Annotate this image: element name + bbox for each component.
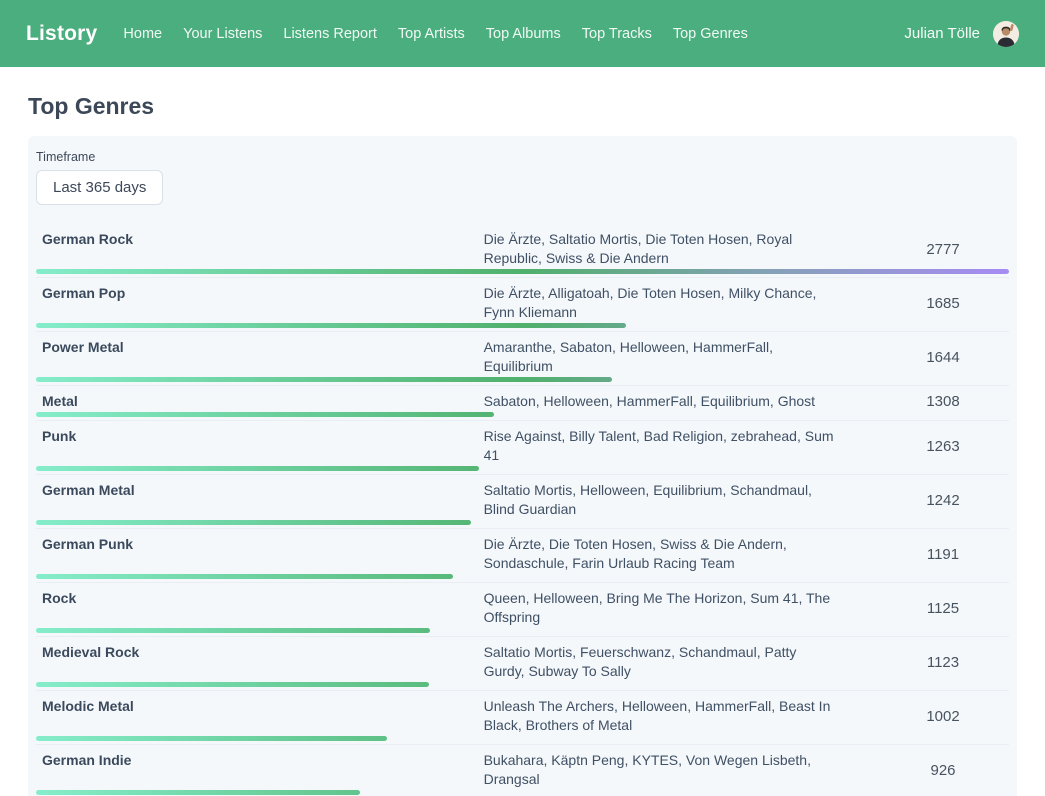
nav-link-top-genres[interactable]: Top Genres <box>673 26 748 42</box>
genre-artists: Die Ärzte, Alligatoah, Die Toten Hosen, … <box>484 284 834 322</box>
genre-bar <box>36 736 387 741</box>
genre-name: German Indie <box>36 751 484 789</box>
table-row: MetalSabaton, Helloween, HammerFall, Equ… <box>36 386 1009 421</box>
genre-count: 1685 <box>877 284 1009 322</box>
genre-artists: Queen, Helloween, Bring Me The Horizon, … <box>484 589 834 627</box>
navbar: Listory Home Your Listens Listens Report To… <box>0 0 1045 67</box>
genre-name: German Punk <box>36 535 484 573</box>
genre-bar-track <box>36 377 1009 382</box>
genre-artists: Bukahara, Käptn Peng, KYTES, Von Wegen L… <box>484 751 834 789</box>
genre-artists: Sabaton, Helloween, HammerFall, Equilibr… <box>484 392 834 411</box>
genre-artists: Unleash The Archers, Helloween, HammerFa… <box>484 697 834 735</box>
top-genres-card: Timeframe Last 365 days German RockDie Ä… <box>28 136 1017 796</box>
genre-name: Medieval Rock <box>36 643 484 681</box>
genre-count: 1242 <box>877 481 1009 519</box>
table-row: Medieval RockSaltatio Mortis, Feuerschwa… <box>36 637 1009 691</box>
genre-count: 926 <box>877 751 1009 789</box>
timeframe-label: Timeframe <box>36 150 1009 164</box>
genre-bar <box>36 790 360 795</box>
genre-bar <box>36 323 626 328</box>
genre-name: Punk <box>36 427 484 465</box>
genres-table: German RockDie Ärzte, Saltatio Mortis, D… <box>36 224 1009 796</box>
table-row: German IndieBukahara, Käptn Peng, KYTES,… <box>36 745 1009 796</box>
genre-bar <box>36 574 453 579</box>
nav-link-top-artists[interactable]: Top Artists <box>398 26 465 42</box>
table-row: German RockDie Ärzte, Saltatio Mortis, D… <box>36 224 1009 278</box>
genre-bar-track <box>36 466 1009 471</box>
genre-bar <box>36 269 1009 274</box>
genre-bar <box>36 520 471 525</box>
genre-bar-track <box>36 269 1009 274</box>
table-row: PunkRise Against, Billy Talent, Bad Reli… <box>36 421 1009 475</box>
user-menu[interactable]: Julian Tölle <box>904 25 980 42</box>
genre-count: 2777 <box>877 230 1009 268</box>
timeframe-select-button[interactable]: Last 365 days <box>36 170 163 205</box>
main-content: Top Genres Timeframe Last 365 days Germa… <box>0 93 1045 796</box>
nav-link-top-albums[interactable]: Top Albums <box>486 26 561 42</box>
genre-name: German Pop <box>36 284 484 322</box>
brand-logo[interactable]: Listory <box>26 22 97 46</box>
genre-bar-track <box>36 323 1009 328</box>
nav-links: Home Your Listens Listens Report Top Artist… <box>123 26 768 42</box>
genre-artists: Die Ärzte, Saltatio Mortis, Die Toten Ho… <box>484 230 834 268</box>
genre-name: Rock <box>36 589 484 627</box>
genre-count: 1644 <box>877 338 1009 376</box>
genre-bar-track <box>36 412 1009 417</box>
genre-count: 1308 <box>877 392 1009 411</box>
genre-name: Metal <box>36 392 484 411</box>
genre-name: German Rock <box>36 230 484 268</box>
genre-bar-track <box>36 628 1009 633</box>
genre-bar-track <box>36 520 1009 525</box>
table-row: German PunkDie Ärzte, Die Toten Hosen, S… <box>36 529 1009 583</box>
genre-bar <box>36 682 429 687</box>
genre-count: 1002 <box>877 697 1009 735</box>
genre-artists: Rise Against, Billy Talent, Bad Religion… <box>484 427 834 465</box>
table-row: Power MetalAmaranthe, Sabaton, Helloween… <box>36 332 1009 386</box>
nav-link-your-listens[interactable]: Your Listens <box>183 26 262 42</box>
timeframe-filter: Timeframe Last 365 days <box>36 150 1009 205</box>
genre-artists: Saltatio Mortis, Helloween, Equilibrium,… <box>484 481 834 519</box>
table-row: Melodic MetalUnleash The Archers, Hellow… <box>36 691 1009 745</box>
genre-bar-track <box>36 790 1009 795</box>
genre-bar-track <box>36 574 1009 579</box>
genre-artists: Die Ärzte, Die Toten Hosen, Swiss & Die … <box>484 535 834 573</box>
genre-bar <box>36 628 430 633</box>
app-window: Listory Home Your Listens Listens Report To… <box>0 0 1045 796</box>
genre-count: 1125 <box>877 589 1009 627</box>
avatar-photo <box>993 21 1019 47</box>
genre-artists: Amaranthe, Sabaton, Helloween, HammerFal… <box>484 338 834 376</box>
nav-link-listens-report[interactable]: Listens Report <box>283 26 377 42</box>
genre-count: 1123 <box>877 643 1009 681</box>
genre-bar <box>36 466 479 471</box>
genre-artists: Saltatio Mortis, Feuerschwanz, Schandmau… <box>484 643 834 681</box>
genre-bar <box>36 377 612 382</box>
avatar[interactable] <box>993 21 1019 47</box>
genre-count: 1263 <box>877 427 1009 465</box>
genre-bar-track <box>36 736 1009 741</box>
genre-bar-track <box>36 682 1009 687</box>
table-row: German MetalSaltatio Mortis, Helloween, … <box>36 475 1009 529</box>
table-row: German PopDie Ärzte, Alligatoah, Die Tot… <box>36 278 1009 332</box>
genre-name: German Metal <box>36 481 484 519</box>
genre-bar <box>36 412 494 417</box>
page-title: Top Genres <box>28 93 1017 120</box>
nav-link-top-tracks[interactable]: Top Tracks <box>582 26 652 42</box>
genre-count: 1191 <box>877 535 1009 573</box>
table-row: RockQueen, Helloween, Bring Me The Horiz… <box>36 583 1009 637</box>
genre-name: Melodic Metal <box>36 697 484 735</box>
genre-name: Power Metal <box>36 338 484 376</box>
nav-link-home[interactable]: Home <box>123 26 162 42</box>
